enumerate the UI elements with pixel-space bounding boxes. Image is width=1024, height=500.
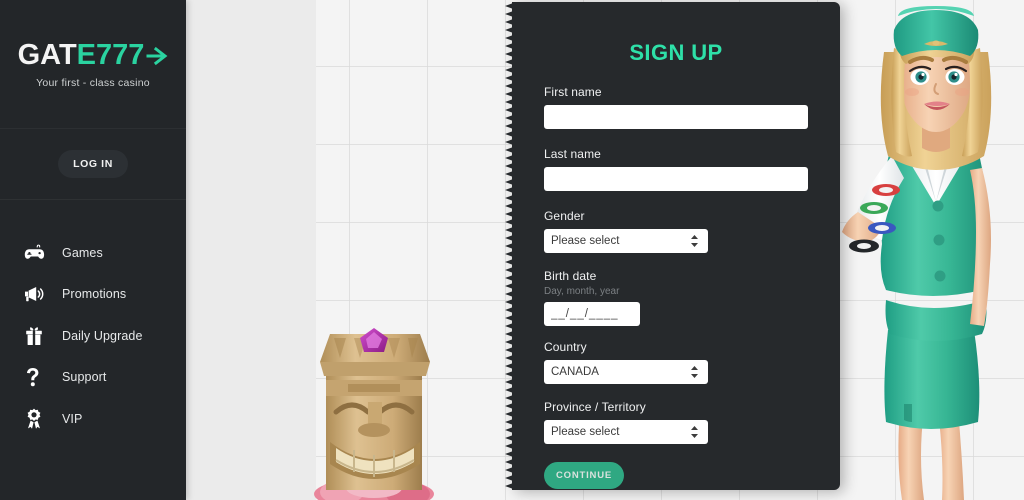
sidebar-item-support[interactable]: Support — [0, 357, 186, 399]
chevron-updown-icon — [690, 365, 699, 379]
sidebar-item-games[interactable]: Games — [0, 232, 186, 274]
sidebar-item-vip[interactable]: VIP — [0, 398, 186, 440]
gender-select[interactable]: Please select — [544, 229, 708, 253]
arrow-icon — [146, 45, 168, 67]
field-last-name: Last name — [544, 147, 808, 191]
country-label: Country — [544, 340, 587, 354]
last-name-input[interactable] — [544, 167, 808, 191]
province-label: Province / Territory — [544, 400, 646, 414]
sidebar-item-label: Daily Upgrade — [62, 328, 143, 343]
sidebar-item-promotions[interactable]: Promotions — [0, 274, 186, 316]
first-name-input[interactable] — [544, 105, 808, 129]
field-country: Country CANADA — [544, 340, 808, 384]
sidebar: GAT E777 Your first - class casino LOG I… — [0, 0, 186, 500]
gender-label: Gender — [544, 209, 585, 223]
country-select-value: CANADA — [551, 366, 599, 378]
field-gender: Gender Please select — [544, 209, 808, 253]
birth-date-hint: Day, month, year — [544, 286, 620, 297]
log-in-button[interactable]: LOG IN — [58, 150, 128, 178]
logo-wordmark: GAT E777 — [18, 39, 169, 72]
gamepad-icon — [24, 241, 54, 265]
sidebar-item-label: Games — [62, 245, 103, 260]
sidebar-item-label: VIP — [62, 411, 83, 426]
tiki-statue-image — [312, 318, 440, 500]
logo-primary-text: GAT — [17, 39, 77, 71]
province-select[interactable]: Please select — [544, 420, 708, 444]
logo-accent-text: E777 — [76, 39, 145, 71]
signup-form: SIGN UP First name Last name Gender Plea… — [512, 2, 840, 490]
field-birth-date: Birth date Day, month, year — [544, 269, 808, 326]
country-select[interactable]: CANADA — [544, 360, 708, 384]
background-left-strip — [186, 0, 316, 500]
signup-panel: SIGN UP First name Last name Gender Plea… — [504, 2, 840, 490]
question-mark-icon — [24, 365, 54, 389]
megaphone-icon — [24, 282, 54, 306]
chevron-updown-icon — [690, 425, 699, 439]
login-button-area: LOG IN — [0, 129, 186, 200]
brand-logo[interactable]: GAT E777 Your first - class casino — [0, 0, 186, 129]
sidebar-item-label: Support — [62, 370, 107, 385]
field-province: Province / Territory Please select — [544, 400, 808, 444]
province-select-value: Please select — [551, 426, 620, 438]
last-name-label: Last name — [544, 147, 601, 161]
gift-icon — [24, 324, 54, 348]
page-title: SIGN UP — [629, 40, 723, 65]
sidebar-item-label: Promotions — [62, 287, 127, 302]
gender-select-value: Please select — [551, 235, 620, 247]
stewardess-character-image — [838, 0, 1024, 500]
birth-date-label: Birth date — [544, 269, 597, 283]
birth-date-input[interactable] — [544, 302, 640, 326]
award-medal-icon — [24, 407, 54, 431]
page-root: GAT E777 Your first - class casino LOG I… — [0, 0, 1024, 500]
continue-button[interactable]: CONTINUE — [544, 462, 624, 489]
sidebar-menu: Games Promotions Daily Upgrade Support V… — [0, 200, 186, 440]
sidebar-item-daily-upgrade[interactable]: Daily Upgrade — [0, 315, 186, 357]
field-first-name: First name — [544, 85, 808, 129]
brand-tagline: Your first - class casino — [36, 77, 150, 89]
chevron-updown-icon — [690, 234, 699, 248]
first-name-label: First name — [544, 85, 602, 99]
